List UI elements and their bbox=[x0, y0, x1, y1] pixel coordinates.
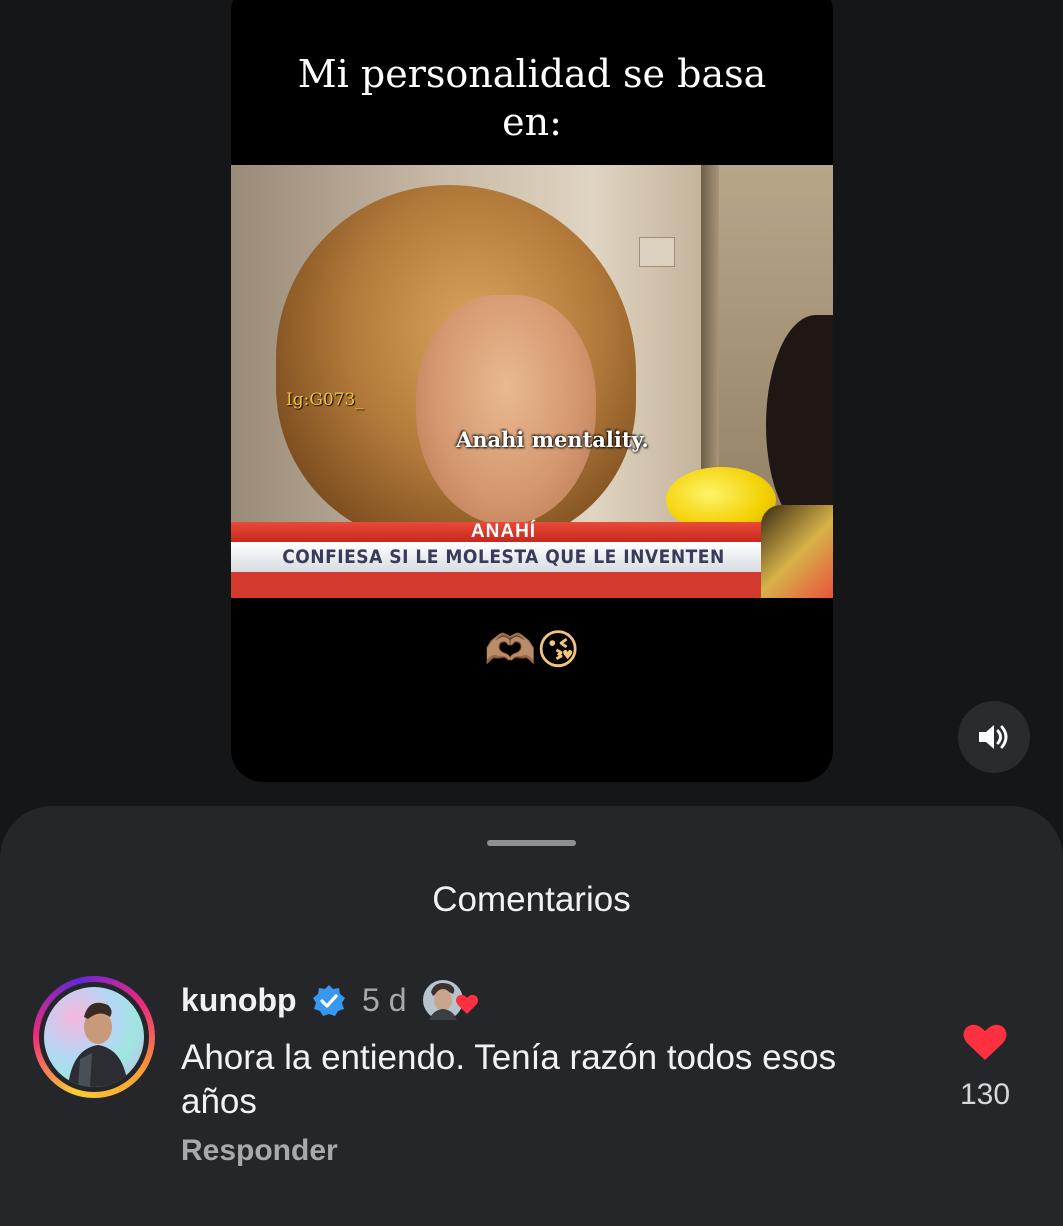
reel-caption: Mi personalidad se basa en: bbox=[297, 52, 767, 144]
comment-username[interactable]: kunobp bbox=[181, 982, 297, 1019]
lower-third-name: ANAHÍ bbox=[231, 522, 776, 542]
avatar[interactable] bbox=[44, 987, 144, 1087]
sheet-title: Comentarios bbox=[432, 880, 631, 919]
heart-icon[interactable] bbox=[962, 1022, 1008, 1062]
comment-timestamp: 5 d bbox=[362, 982, 407, 1018]
comments-sheet[interactable]: Comentarios kunobp 5 d Ahora la entiendo… bbox=[0, 806, 1063, 1226]
story-ring[interactable] bbox=[33, 976, 155, 1098]
reel-video-frame[interactable]: Ig:G073_ Anahi mentality. ANAHÍ CONFIESA… bbox=[231, 165, 833, 598]
creator-liked-icon bbox=[423, 980, 478, 1020]
sheet-drag-handle[interactable] bbox=[487, 840, 576, 846]
like-count: 130 bbox=[959, 1078, 1011, 1111]
verified-badge-icon bbox=[313, 985, 345, 1016]
sound-toggle-button[interactable] bbox=[958, 701, 1030, 773]
comment-text: Ahora la entiendo. Tenía razón todos eso… bbox=[181, 1038, 837, 1121]
video-watermark: Ig:G073_ bbox=[286, 390, 364, 410]
lower-third-headline: CONFIESA SI LE MOLESTA QUE LE INVENTEN bbox=[231, 542, 776, 572]
woman-face bbox=[416, 295, 596, 525]
speaker-icon bbox=[979, 725, 1008, 749]
video-subtitle: Anahi mentality. bbox=[456, 427, 649, 452]
avatar-person-icon bbox=[68, 1002, 128, 1087]
lower-third-bar bbox=[231, 572, 776, 598]
reply-button[interactable]: Responder bbox=[181, 1134, 338, 1168]
reel-card[interactable]: Mi personalidad se basa en: Ig:G073_ Ana… bbox=[231, 0, 833, 782]
channel-logo bbox=[761, 505, 833, 598]
wall-sign bbox=[639, 237, 675, 267]
reel-emojis: 🫶🏽😘 bbox=[483, 626, 581, 673]
